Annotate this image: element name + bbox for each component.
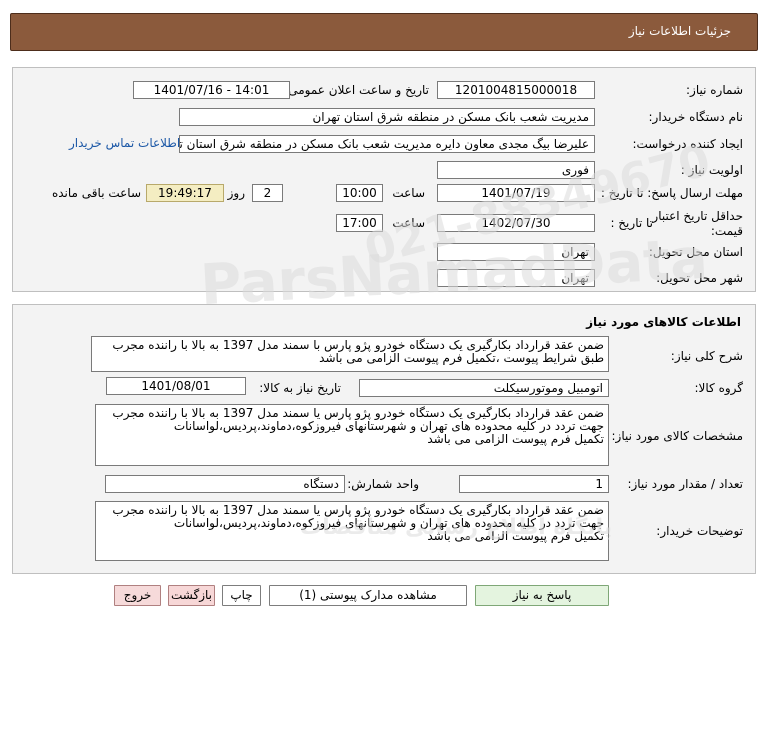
general-desc-label: شرح کلی نیاز: [670, 349, 743, 363]
goods-panel: اطلاعات کالاهای مورد نیاز شرح کلی نیاز: … [12, 304, 756, 574]
remaining-label: ساعت باقی مانده [51, 186, 141, 200]
validity-to-label: تا تاریخ : [610, 216, 653, 230]
deadline-time-field: 10:00 [336, 184, 383, 202]
back-button[interactable]: بازگشت [168, 585, 215, 606]
province-label: استان محل تحویل: [648, 245, 743, 259]
validity-time-label: ساعت [392, 216, 425, 230]
goods-spec-label: مشخصات کالای مورد نیاز: [611, 429, 743, 443]
city-field: تهران [437, 269, 595, 287]
need-date-field: 1401/08/01 [106, 377, 246, 395]
need-number-label: شماره نیاز: [686, 83, 743, 97]
goods-group-field: اتومبیل وموتورسیکلت [359, 379, 609, 397]
general-desc-field: ضمن عقد قرارداد بکارگیری یک دستگاه خودرو… [91, 336, 609, 372]
buyer-desc-label: توضیحات خریدار: [656, 524, 743, 538]
buyer-desc-line: تکمیل فرم پیوست الزامی می باشد [427, 529, 604, 543]
reply-button[interactable]: پاسخ به نیاز [475, 585, 609, 606]
buyer-contact-link[interactable]: اطلاعات تماس خریدار [69, 136, 180, 150]
validity-label-1: حداقل تاریخ اعتبار [652, 209, 743, 223]
buyer-desc-field: ضمن عقد قرارداد بکارگیری یک دستگاه خودرو… [95, 501, 609, 561]
unit-field: دستگاه [105, 475, 345, 493]
page-title: جزئیات اطلاعات نیاز [628, 24, 731, 38]
quantity-label: تعداد / مقدار مورد نیاز: [627, 477, 743, 491]
creator-field: علیرضا بیگ مجدی معاون دایره مدیریت شعب ب… [179, 135, 595, 153]
goods-spec-field: ضمن عقد قرارداد بکارگیری یک دستگاه خودرو… [95, 404, 609, 466]
attachments-button[interactable]: مشاهده مدارک پیوستی (1) [269, 585, 467, 606]
deadline-date-field: 1401/07/19 [437, 184, 595, 202]
city-label: شهر محل تحویل: [656, 271, 743, 285]
validity-date-field: 1402/07/30 [437, 214, 595, 232]
priority-field: فوری [437, 161, 595, 179]
quantity-field: 1 [459, 475, 609, 493]
unit-label: واحد شمارش: [347, 477, 419, 491]
exit-button[interactable]: خروج [114, 585, 161, 606]
days-field: 2 [252, 184, 283, 202]
need-info-panel: شماره نیاز: 1201004815000018 تاریخ و ساع… [12, 67, 756, 292]
remaining-time-field: 19:49:17 [146, 184, 224, 202]
buyer-label: نام دستگاه خریدار: [648, 110, 744, 124]
need-date-label: تاریخ نیاز به کالا: [259, 381, 341, 395]
validity-time-field: 17:00 [336, 214, 383, 232]
print-button[interactable]: چاپ [222, 585, 261, 606]
announce-label: تاریخ و ساعت اعلان عمومی: [284, 83, 429, 97]
validity-label-2: قیمت: [710, 224, 743, 238]
deadline-time-label: ساعت [392, 186, 425, 200]
need-number-field: 1201004815000018 [437, 81, 595, 99]
deadline-label: مهلت ارسال پاسخ: تا تاریخ : [600, 186, 743, 200]
goods-section-title: اطلاعات کالاهای مورد نیاز [586, 315, 741, 329]
creator-label: ایجاد کننده درخواست: [632, 137, 743, 151]
buyer-field: مدیریت شعب بانک مسکن در منطقه شرق استان … [179, 108, 595, 126]
goods-group-label: گروه کالا: [694, 381, 744, 395]
province-field: تهران [437, 243, 595, 261]
page-header: جزئیات اطلاعات نیاز [10, 13, 758, 51]
goods-spec-line: تکمیل فرم پیوست الزامی می باشد [427, 432, 604, 446]
announce-field: 1401/07/16 - 14:01 [133, 81, 290, 99]
priority-label: اولویت نیاز : [680, 163, 743, 177]
